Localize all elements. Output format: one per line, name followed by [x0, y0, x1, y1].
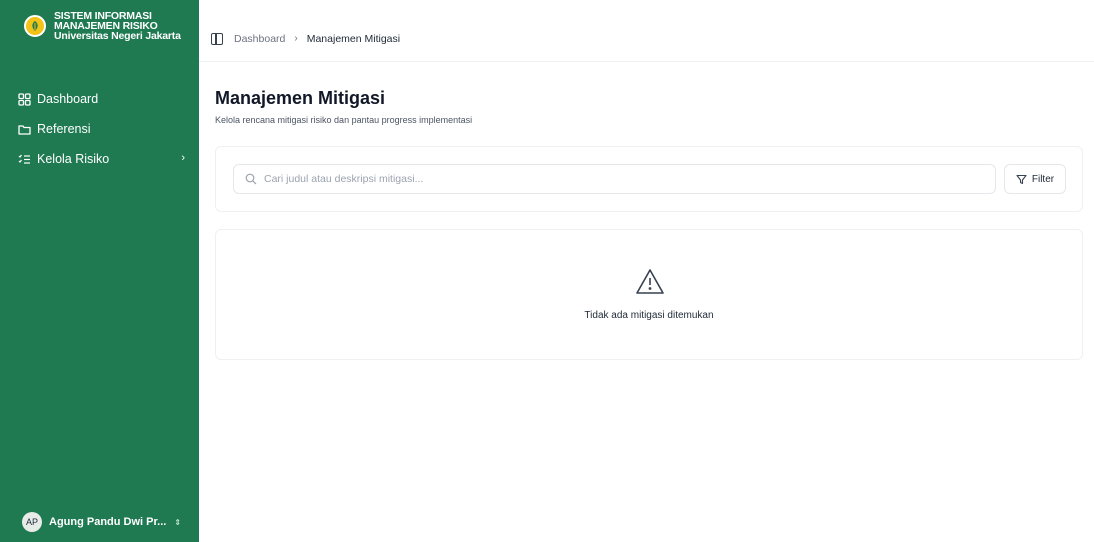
breadcrumb: Dashboard › Manajemen Mitigasi — [234, 33, 400, 45]
main-content: Manajemen Mitigasi Kelola rencana mitiga… — [215, 88, 1083, 360]
brand[interactable]: SISTEM INFORMASI MANAJEMEN RISIKO Univer… — [0, 0, 199, 44]
warning-triangle-icon — [636, 269, 664, 294]
sidebar: SISTEM INFORMASI MANAJEMEN RISIKO Univer… — [0, 0, 199, 542]
chevron-up-down-icon: ⇕ — [174, 517, 182, 527]
sidebar-item-referensi[interactable]: Referensi — [0, 114, 199, 144]
search-input[interactable] — [264, 173, 964, 185]
chevron-right-icon: › — [181, 152, 185, 164]
page-subtitle: Kelola rencana mitigasi risiko dan panta… — [215, 115, 473, 125]
sidebar-item-label: Referensi — [37, 122, 91, 136]
search-icon — [245, 173, 257, 185]
folder-icon — [18, 123, 31, 136]
filter-label: Filter — [1031, 173, 1055, 185]
empty-state-card: Tidak ada mitigasi ditemukan — [215, 229, 1083, 360]
avatar: AP — [22, 512, 42, 532]
sidebar-toggle-icon[interactable] — [211, 32, 223, 45]
filter-button[interactable]: Filter — [1004, 164, 1066, 194]
list-icon — [18, 153, 31, 166]
sidebar-item-label: Kelola Risiko — [37, 152, 110, 166]
empty-state-message: Tidak ada mitigasi ditemukan — [584, 310, 714, 321]
page-title: Manajemen Mitigasi — [215, 88, 386, 108]
sidebar-nav: Dashboard Referensi Kelola Risiko › — [0, 84, 199, 174]
breadcrumb-dashboard[interactable]: Dashboard — [234, 33, 285, 45]
dashboard-grid-icon — [18, 92, 31, 106]
user-name: Agung Pandu Dwi Pr... — [49, 516, 167, 528]
search-card: Filter — [215, 146, 1083, 212]
topbar: Dashboard › Manajemen Mitigasi — [199, 16, 1094, 62]
sidebar-item-dashboard[interactable]: Dashboard — [0, 84, 199, 114]
user-menu[interactable]: AP Agung Pandu Dwi Pr... ⇕ — [22, 512, 181, 532]
sidebar-item-kelola-risiko[interactable]: Kelola Risiko › — [0, 144, 199, 174]
brand-line-3: Universitas Negeri Jakarta — [54, 30, 181, 42]
chevron-right-icon: › — [294, 33, 298, 44]
sidebar-item-label: Dashboard — [37, 92, 99, 106]
brand-text: SISTEM INFORMASI MANAJEMEN RISIKO Univer… — [54, 11, 181, 42]
search-box[interactable] — [233, 164, 996, 194]
unj-logo-icon — [24, 15, 46, 37]
breadcrumb-current: Manajemen Mitigasi — [306, 32, 401, 45]
filter-icon — [1016, 174, 1027, 184]
